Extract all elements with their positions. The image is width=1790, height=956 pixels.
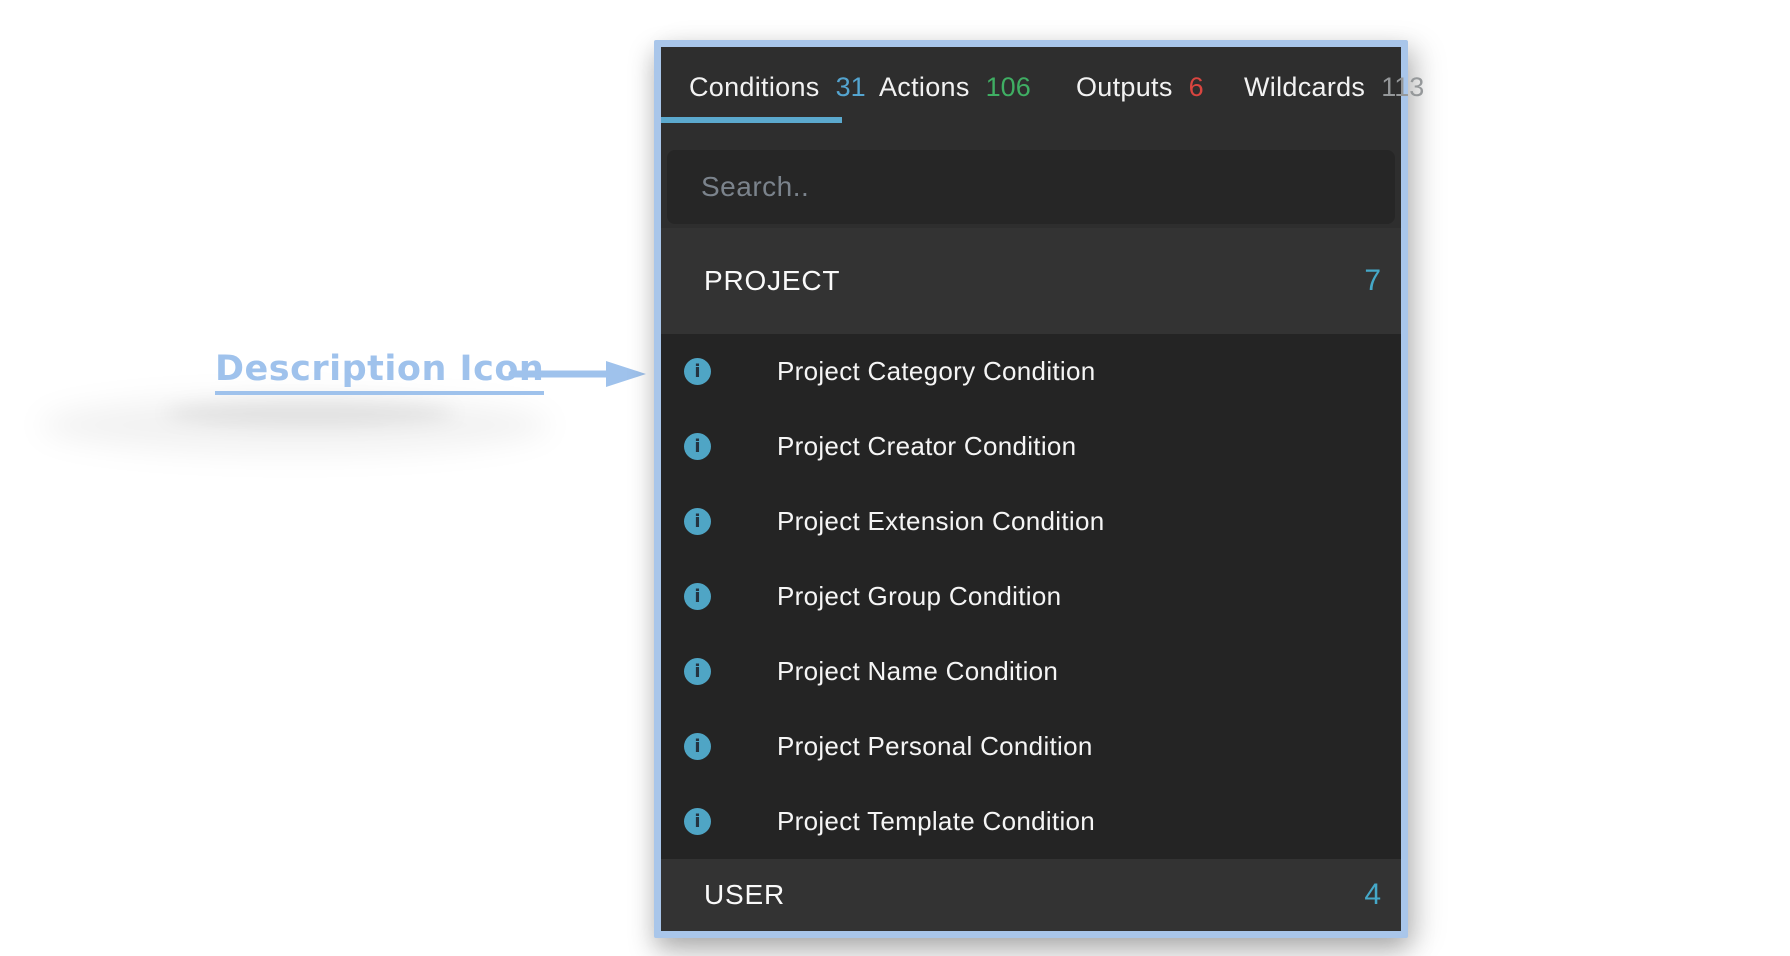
- group-header-project[interactable]: PROJECT 7: [661, 228, 1401, 334]
- info-icon[interactable]: i: [684, 433, 711, 460]
- tab-outputs-count: 6: [1189, 72, 1204, 103]
- group-name: PROJECT: [704, 265, 840, 297]
- tab-outputs-label: Outputs: [1076, 72, 1173, 103]
- tab-actions[interactable]: Actions 106: [879, 47, 1031, 128]
- item-label: Project Name Condition: [777, 656, 1058, 687]
- info-icon[interactable]: i: [684, 508, 711, 535]
- tab-bar: Conditions 31 Actions 106 Outputs 6 Wild…: [661, 47, 1401, 128]
- list-item-project-extension-condition[interactable]: i Project Extension Condition: [661, 484, 1401, 559]
- item-label: Project Personal Condition: [777, 731, 1093, 762]
- item-label: Project Extension Condition: [777, 506, 1105, 537]
- list-item-project-name-condition[interactable]: i Project Name Condition: [661, 634, 1401, 709]
- group-name: USER: [704, 879, 785, 911]
- tab-wildcards-count: 113: [1381, 72, 1424, 103]
- list-item-project-personal-condition[interactable]: i Project Personal Condition: [661, 709, 1401, 784]
- annotation-description-icon-label: Description Icon: [215, 350, 544, 395]
- info-icon[interactable]: i: [684, 658, 711, 685]
- search-section: [661, 128, 1401, 228]
- rule-builder-panel: Conditions 31 Actions 106 Outputs 6 Wild…: [654, 40, 1408, 938]
- right-arrow-icon: [508, 358, 648, 390]
- tab-wildcards[interactable]: Wildcards 113: [1244, 47, 1424, 128]
- list-item-project-category-condition[interactable]: i Project Category Condition: [661, 334, 1401, 409]
- group-count: 7: [1364, 264, 1381, 298]
- tab-conditions-label: Conditions: [689, 72, 820, 103]
- list-item-project-template-condition[interactable]: i Project Template Condition: [661, 784, 1401, 859]
- info-icon[interactable]: i: [684, 733, 711, 760]
- annotation-shadow-core: [165, 400, 455, 426]
- conditions-list: i Project Category Condition i Project C…: [661, 334, 1401, 859]
- search-input[interactable]: [667, 150, 1395, 224]
- list-item-project-group-condition[interactable]: i Project Group Condition: [661, 559, 1401, 634]
- item-label: Project Creator Condition: [777, 431, 1076, 462]
- tab-actions-label: Actions: [879, 72, 970, 103]
- group-header-user[interactable]: USER 4: [661, 859, 1401, 931]
- item-label: Project Category Condition: [777, 356, 1096, 387]
- tab-actions-count: 106: [986, 72, 1031, 103]
- item-label: Project Template Condition: [777, 806, 1095, 837]
- screenshot-canvas: Description Icon Conditions 31 Actions 1…: [0, 0, 1790, 956]
- group-count: 4: [1364, 878, 1381, 912]
- item-label: Project Group Condition: [777, 581, 1061, 612]
- tab-wildcards-label: Wildcards: [1244, 72, 1365, 103]
- info-icon[interactable]: i: [684, 808, 711, 835]
- list-item-project-creator-condition[interactable]: i Project Creator Condition: [661, 409, 1401, 484]
- tab-conditions[interactable]: Conditions 31: [689, 47, 866, 128]
- tab-outputs[interactable]: Outputs 6: [1076, 47, 1204, 128]
- info-icon[interactable]: i: [684, 358, 711, 385]
- active-tab-indicator: [661, 117, 842, 123]
- info-icon[interactable]: i: [684, 583, 711, 610]
- tab-conditions-count: 31: [836, 72, 866, 103]
